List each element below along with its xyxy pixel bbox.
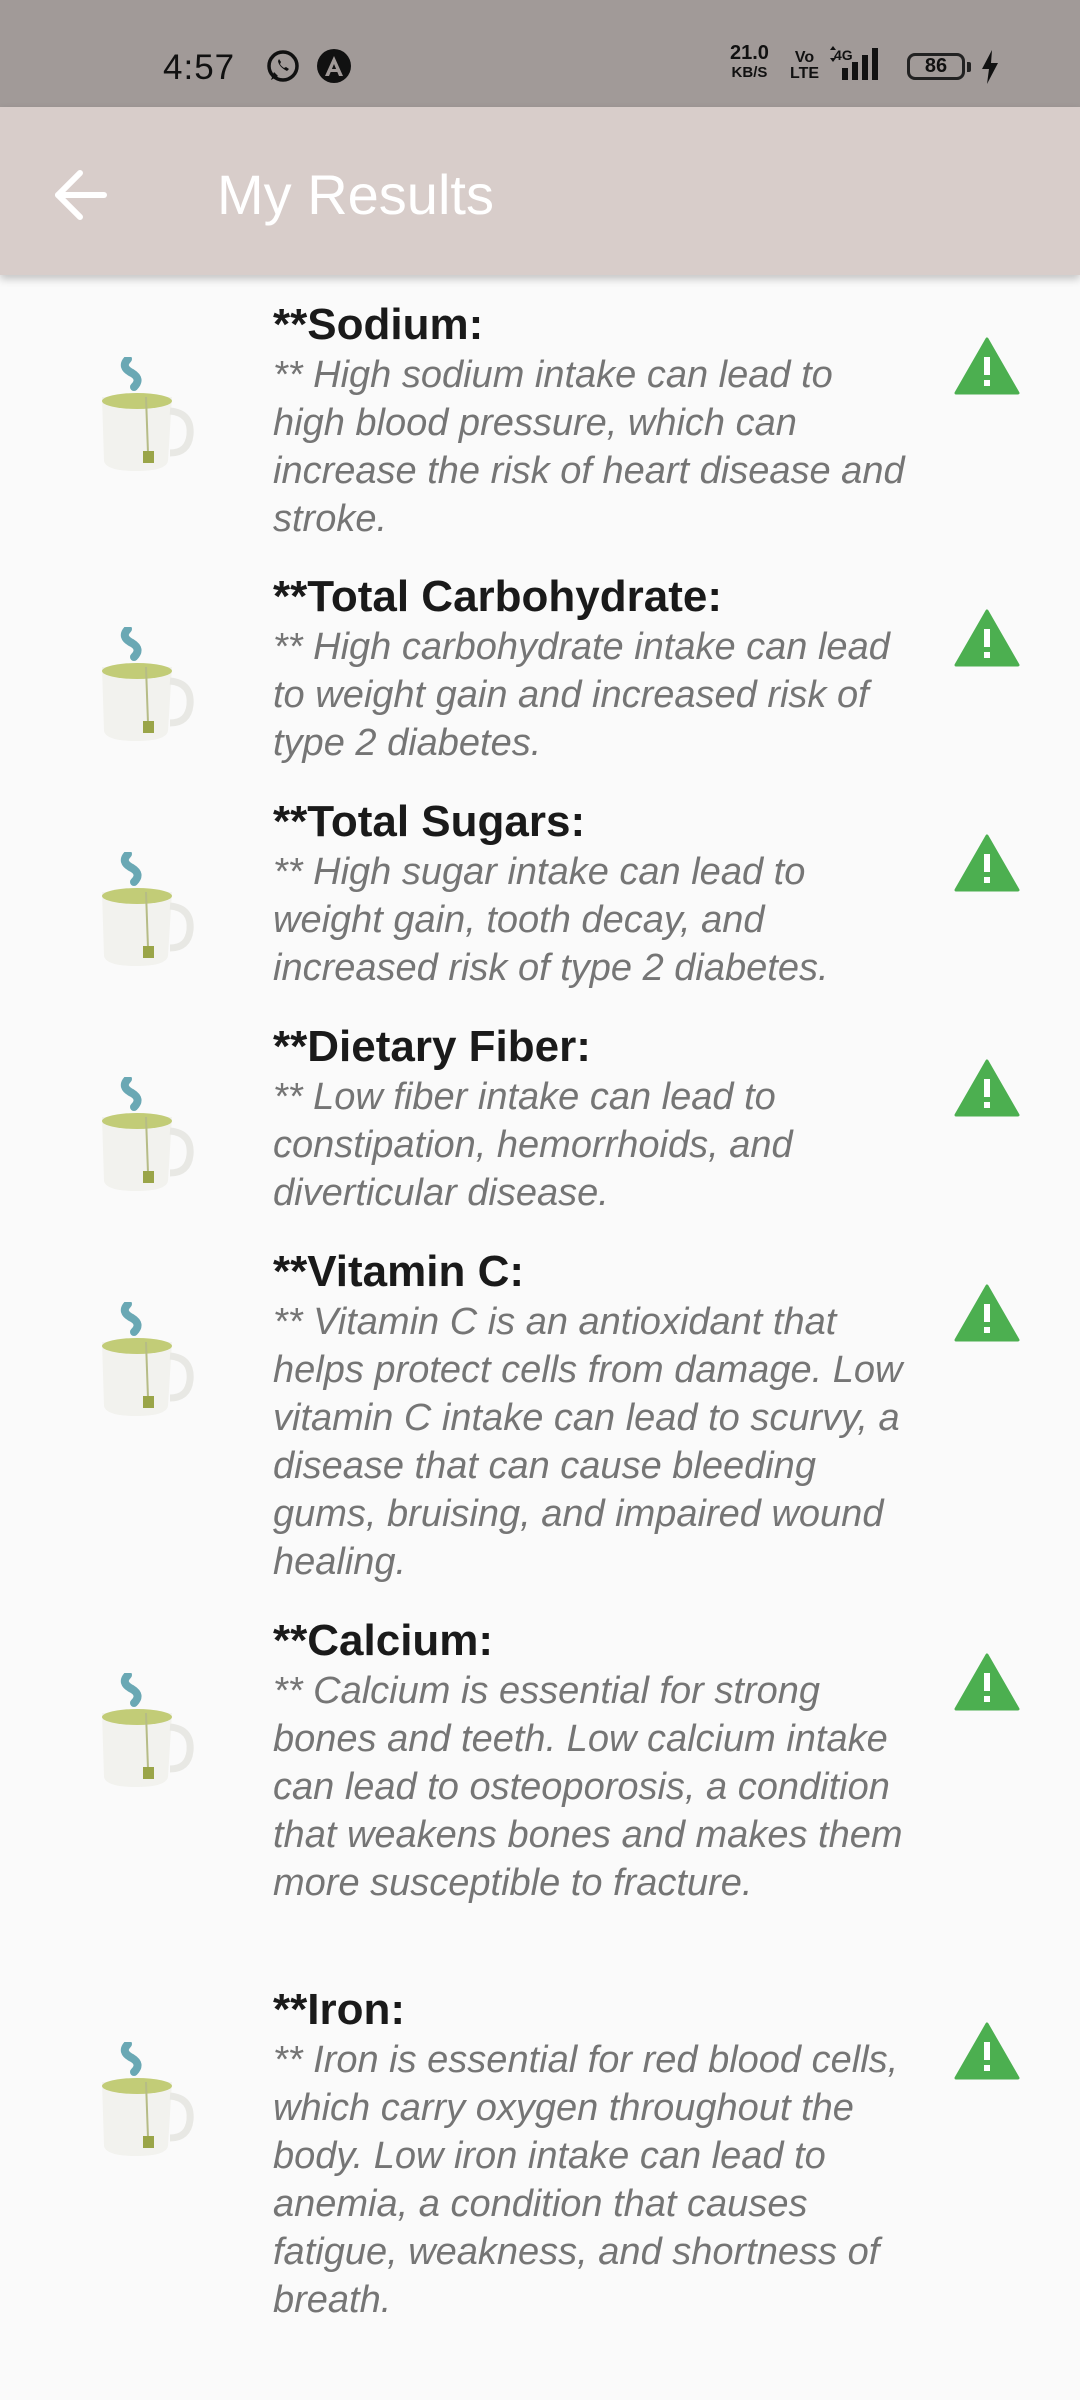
result-item-vitamin-c[interactable]: **Vitamin C: ** Vitamin C is an antioxid… <box>0 1222 1080 1591</box>
result-description: ** Low fiber intake can lead to constipa… <box>273 1076 793 1214</box>
status-time: 4:57 <box>163 48 236 87</box>
app-bar: My Results <box>0 107 1080 275</box>
notification-a-icon <box>316 48 352 89</box>
charging-icon <box>980 50 1000 89</box>
network-speed-unit: KB/S <box>731 64 768 81</box>
network-speed: 21.0 KB/S <box>730 42 769 82</box>
result-description: ** Calcium is essential for strong bones… <box>273 1670 903 1904</box>
result-item-total-sugars[interactable]: **Total Sugars: ** High sugar intake can… <box>0 772 1080 997</box>
result-text: **Total Sugars: ** High sugar intake can… <box>273 796 913 992</box>
result-item-total-carbohydrate[interactable]: **Total Carbohydrate: ** High carbohydra… <box>0 547 1080 772</box>
tea-cup-icon <box>92 850 197 972</box>
result-description: ** High carbohydrate intake can lead to … <box>273 626 890 764</box>
warning-triangle-icon <box>954 609 1020 667</box>
result-text: **Iron: ** Iron is essential for red blo… <box>273 1984 913 2324</box>
tea-cup-icon <box>92 355 197 477</box>
page-title: My Results <box>217 163 494 226</box>
result-title: **Vitamin C: <box>273 1247 525 1296</box>
battery-icon: 86 <box>907 53 971 80</box>
result-text: **Total Carbohydrate: ** High carbohydra… <box>273 571 913 767</box>
volte-indicator: Vo LTE <box>790 49 820 82</box>
warning-triangle-icon <box>954 1284 1020 1342</box>
result-text: **Sodium: ** High sodium intake can lead… <box>273 299 913 543</box>
network-speed-value: 21.0 <box>730 42 769 64</box>
whatsapp-icon <box>265 48 301 89</box>
result-title: **Sodium: <box>273 300 484 349</box>
warning-triangle-icon <box>954 834 1020 892</box>
tea-cup-icon <box>92 625 197 747</box>
result-description: ** High sodium intake can lead to high b… <box>273 354 905 540</box>
result-item-dietary-fiber[interactable]: **Dietary Fiber: ** Low fiber intake can… <box>0 997 1080 1222</box>
result-description: ** High sugar intake can lead to weight … <box>273 851 829 989</box>
result-text: **Calcium: ** Calcium is essential for s… <box>273 1615 913 1907</box>
warning-triangle-icon <box>954 1059 1020 1117</box>
warning-triangle-icon <box>954 1653 1020 1711</box>
result-item-iron[interactable]: **Iron: ** Iron is essential for red blo… <box>0 1960 1080 2360</box>
warning-triangle-icon <box>954 337 1020 395</box>
result-item-sodium[interactable]: **Sodium: ** High sodium intake can lead… <box>0 275 1080 547</box>
status-bar: 4:57 21.0 KB/S Vo LTE 4G 86 <box>0 0 1080 107</box>
result-title: **Iron: <box>273 1985 405 2034</box>
tea-cup-icon <box>92 1671 197 1793</box>
result-title: **Total Sugars: <box>273 797 586 846</box>
result-text: **Vitamin C: ** Vitamin C is an antioxid… <box>273 1246 913 1586</box>
signal-icon: 4G <box>828 46 886 87</box>
warning-triangle-icon <box>954 2022 1020 2080</box>
back-button[interactable] <box>40 151 128 231</box>
tea-cup-icon <box>92 1300 197 1422</box>
tea-cup-icon <box>92 1075 197 1197</box>
result-title: **Total Carbohydrate: <box>273 572 723 621</box>
result-text: **Dietary Fiber: ** Low fiber intake can… <box>273 1021 913 1217</box>
result-item-calcium[interactable]: **Calcium: ** Calcium is essential for s… <box>0 1591 1080 1960</box>
result-description: ** Vitamin C is an antioxidant that help… <box>273 1301 903 1583</box>
network-type: 4G <box>834 47 853 63</box>
tea-cup-icon <box>92 2040 197 2162</box>
result-title: **Calcium: <box>273 1616 494 1665</box>
result-title: **Dietary Fiber: <box>273 1022 591 1071</box>
result-description: ** Iron is essential for red blood cells… <box>273 2039 899 2321</box>
results-list[interactable]: **Sodium: ** High sodium intake can lead… <box>0 275 1080 2360</box>
